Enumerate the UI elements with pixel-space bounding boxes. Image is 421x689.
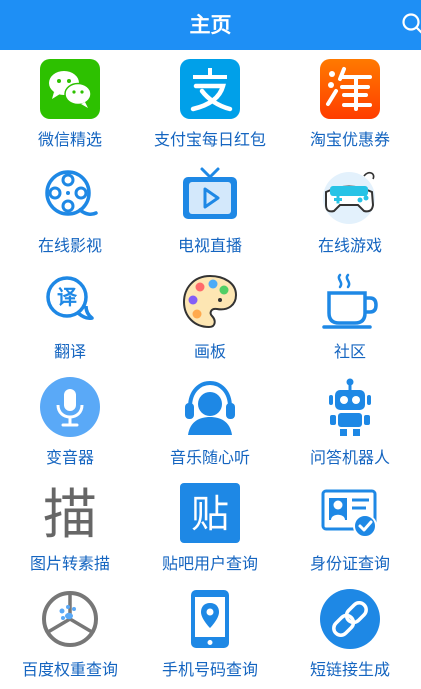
grid-item-wechat[interactable]: 微信精选 — [0, 50, 140, 156]
link-icon — [320, 589, 380, 649]
translate-icon: 译 — [46, 276, 94, 321]
grid-item-sketch[interactable]: 描 图片转素描 — [0, 474, 140, 580]
sketch-icon: 描 — [43, 483, 97, 543]
top-bar: 主页 — [0, 0, 421, 50]
grid-item-translate[interactable]: 译 翻译 — [0, 262, 140, 368]
alipay-icon — [180, 59, 240, 119]
grid-item-label: 百度权重查询 — [21, 660, 118, 679]
taobao-icon — [320, 59, 380, 119]
grid-item-voice-changer[interactable]: 变音器 — [0, 368, 140, 474]
grid-item-label: 贴吧用户查询 — [161, 554, 258, 573]
grid-item-short-link[interactable]: 短链接生成 — [280, 580, 420, 686]
grid-item-label: 变音器 — [45, 448, 94, 467]
weight-icon — [42, 591, 98, 647]
tieba-icon: 贴 — [180, 483, 240, 543]
grid-item-label: 电视直播 — [177, 236, 242, 255]
phone-location-icon — [191, 590, 229, 648]
grid-item-id-query[interactable]: 身份证查询 — [280, 474, 420, 580]
grid-item-music[interactable]: 音乐随心听 — [140, 368, 280, 474]
film-reel-icon — [45, 170, 98, 216]
grid-item-taobao[interactable]: 淘宝优惠券 — [280, 50, 420, 156]
search-icon[interactable] — [401, 12, 421, 34]
grid-item-community[interactable]: 社区 — [280, 262, 420, 368]
robot-icon — [329, 378, 371, 436]
grid-item-label: 社区 — [333, 342, 366, 361]
tv-icon — [183, 167, 237, 219]
coffee-cup-icon — [322, 273, 378, 329]
tieba-glyph: 贴 — [191, 492, 229, 536]
grid-item-alipay[interactable]: 支付宝每日红包 — [140, 50, 280, 156]
grid-item-label: 手机号码查询 — [161, 660, 258, 679]
grid-item-phone-query[interactable]: 手机号码查询 — [140, 580, 280, 686]
grid-item-label: 支付宝每日红包 — [153, 130, 266, 149]
grid-item-tieba-query[interactable]: 贴 贴吧用户查询 — [140, 474, 280, 580]
grid-item-online-games[interactable]: 在线游戏 — [280, 156, 420, 262]
id-card-icon — [321, 489, 377, 538]
microphone-icon — [40, 377, 100, 437]
grid-item-label: 翻译 — [53, 342, 86, 361]
grid-item-qa-robot[interactable]: 问答机器人 — [280, 368, 420, 474]
grid-item-label: 微信精选 — [37, 130, 102, 149]
svg-text:译: 译 — [57, 285, 78, 309]
grid-item-tv-live[interactable]: 电视直播 — [140, 156, 280, 262]
sketch-glyph: 描 — [43, 483, 97, 543]
gamepad-icon — [323, 171, 375, 224]
grid-item-label: 画板 — [193, 342, 226, 361]
grid-item-label: 在线影视 — [37, 236, 102, 255]
palette-icon — [182, 274, 238, 329]
page-title: 主页 — [189, 13, 232, 37]
grid-item-online-video[interactable]: 在线影视 — [0, 156, 140, 262]
grid-item-label: 淘宝优惠券 — [309, 130, 390, 149]
headphones-icon — [185, 380, 235, 435]
grid-item-label: 图片转素描 — [29, 554, 110, 573]
grid-item-label: 音乐随心听 — [169, 448, 250, 467]
wechat-icon — [40, 59, 100, 119]
grid-item-label: 在线游戏 — [317, 236, 382, 255]
grid-item-drawing-board[interactable]: 画板 — [140, 262, 280, 368]
grid-item-label: 问答机器人 — [309, 448, 390, 467]
grid-item-label: 短链接生成 — [309, 660, 390, 679]
grid-item-baidu-weight[interactable]: 百度权重查询 — [0, 580, 140, 686]
grid-item-label: 身份证查询 — [309, 554, 390, 573]
